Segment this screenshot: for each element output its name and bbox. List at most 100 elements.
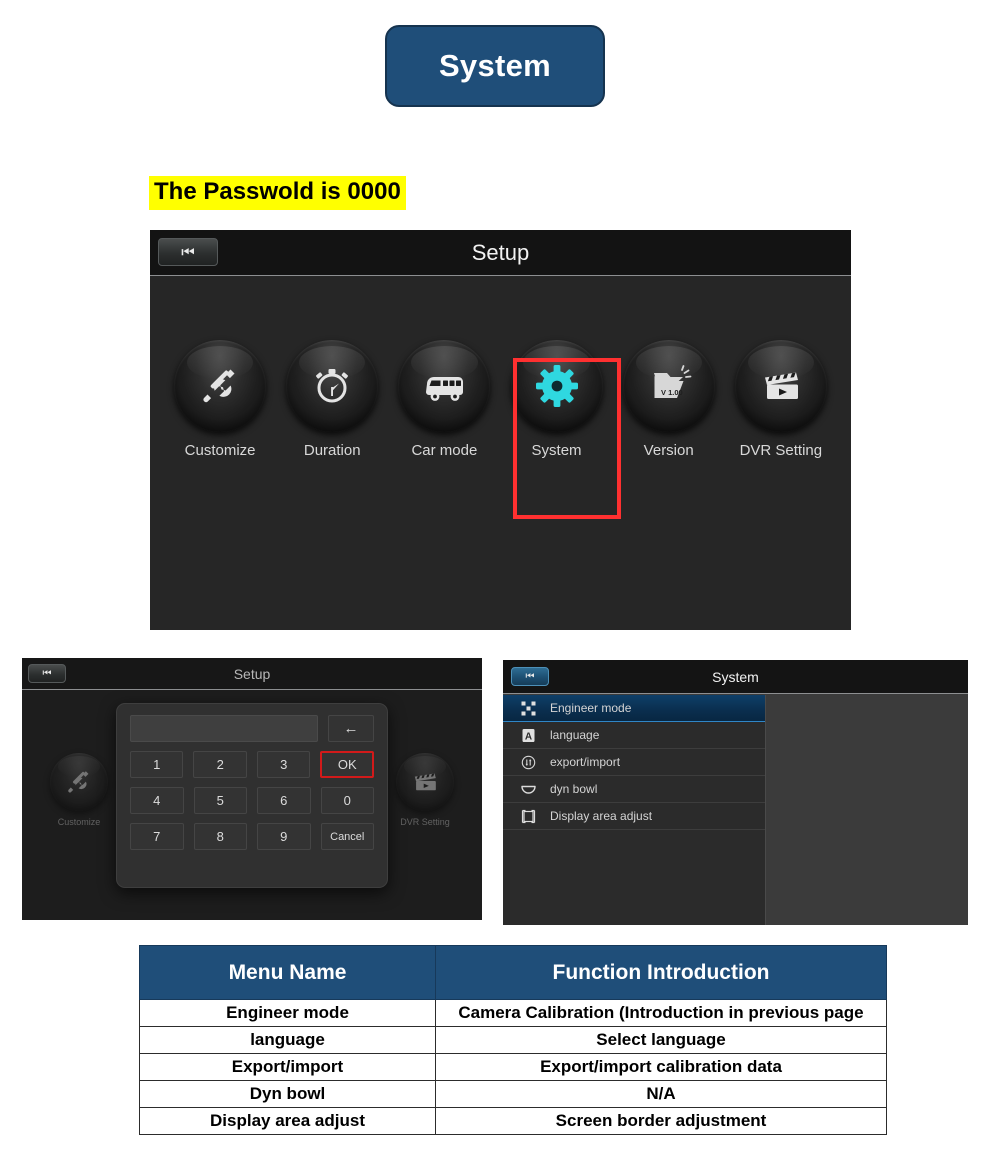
sidebar-item-label: language [550,728,600,742]
column-header-function-introduction: Function Introduction [435,945,887,1000]
cell-menu-name: Engineer mode [139,999,436,1027]
key-9[interactable]: 9 [257,823,311,850]
sidebar-item-label: dyn bowl [550,782,598,796]
frame-brackets-icon [512,809,544,824]
sidebar-item-export-import[interactable]: export/import [503,749,765,776]
keypad-row-2: 4 5 6 0 [130,787,374,814]
gear-icon [535,365,578,407]
wrench-screwdriver-icon [203,369,235,403]
sidebar-item-dyn-bowl[interactable]: dyn bowl [503,776,765,803]
back-button[interactable]: ⏮ [511,667,549,686]
svg-text:A: A [524,731,531,742]
table-header-row: Menu Name Function Introduction [139,945,887,1000]
password-keypad-screen: ⏮ Setup Customize DVR Setting ← 1 2 3 OK… [22,658,482,920]
orb-background [174,340,267,432]
orb-background [286,340,379,432]
setup-item-label: Customize [57,817,101,827]
setup-item-duration[interactable]: Duration [279,340,386,459]
calibration-dots-icon [512,701,544,716]
stopwatch-icon [316,369,349,403]
system-menu-screen: ⏮ System Engineer mode A language export… [503,660,968,925]
clapperboard-icon [414,773,436,791]
orb-background [396,753,454,811]
clapperboard-icon [764,372,798,399]
key-5[interactable]: 5 [193,787,247,814]
cell-function: Export/import calibration data [435,1053,887,1081]
sidebar-item-display-area-adjust[interactable]: Display area adjust [503,803,765,830]
key-2[interactable]: 2 [193,751,247,778]
cell-menu-name: Dyn bowl [139,1080,436,1108]
page-title: System [438,48,552,83]
setup-item-label: System [531,442,582,459]
system-content-pane [765,695,968,925]
column-header-menu-name: Menu Name [139,945,436,1000]
setup-item-car-mode[interactable]: Car mode [391,340,498,459]
keypad-row-1: 1 2 3 OK [130,751,375,778]
table-row: Dyn bowl N/A [139,1080,887,1108]
cancel-button[interactable]: Cancel [320,823,374,850]
table-row: Engineer mode Camera Calibration (Introd… [139,999,887,1027]
sidebar-item-label: Display area adjust [550,809,653,823]
skip-back-icon: ⏮ [525,670,535,682]
cell-menu-name: Display area adjust [139,1107,436,1135]
cell-function: N/A [435,1080,887,1108]
key-4[interactable]: 4 [130,787,184,814]
orb-background [50,753,108,811]
setup-screen: ⏮ Setup Customize Duration Car mode Syst… [150,230,851,630]
orb-background [734,340,827,432]
key-3[interactable]: 3 [256,751,311,778]
key-6[interactable]: 6 [257,787,311,814]
sidebar-item-label: export/import [550,755,621,769]
setup-title: Setup [471,240,530,265]
cell-menu-name: language [139,1026,436,1054]
ok-button[interactable]: OK [320,751,375,778]
page-title-pill: System [385,25,605,107]
folder-version-icon: V 1.00 [653,365,692,398]
setup-icon-grid: Customize Duration Car mode System V 1.0… [150,340,851,459]
cell-menu-name: Export/import [139,1053,436,1081]
system-titlebar: ⏮ System [503,660,968,694]
key-7[interactable]: 7 [130,823,184,850]
setup-item-label: Customize [184,442,256,459]
setup-item-label: DVR Setting [400,817,450,827]
sidebar-item-label: Engineer mode [550,701,632,715]
skip-back-icon: ⏮ [42,667,52,679]
svg-text:V 1.00: V 1.00 [661,388,683,397]
setup-item-system[interactable]: System [503,340,610,459]
orb-background [510,340,603,432]
setup-item-dvr-setting[interactable]: DVR Setting [727,340,834,459]
setup-item-label: Version [643,442,694,459]
key-0[interactable]: 0 [320,787,374,814]
setup-item-customize[interactable]: Customize [167,340,274,459]
setup-titlebar: ⏮ Setup [150,230,851,276]
setup-item-version[interactable]: V 1.00 Version [615,340,722,459]
sidebar-item-engineer-mode[interactable]: Engineer mode [503,695,765,722]
setup-item-dvr-setting-dimmed: DVR Setting [390,753,460,827]
wrench-screwdriver-icon [68,771,89,793]
skip-back-icon: ⏮ [181,243,195,261]
menu-description-table: Menu Name Function Introduction Engineer… [139,945,887,1135]
setup-item-label: Car mode [411,442,478,459]
back-button[interactable]: ⏮ [158,238,218,266]
bus-icon [426,377,464,401]
system-body: Engineer mode A language export/import d… [503,695,968,925]
password-keypad-dialog: ← 1 2 3 OK 4 5 6 0 7 8 9 Cancel [116,703,388,888]
key-8[interactable]: 8 [193,823,247,850]
back-button[interactable]: ⏮ [28,664,66,683]
letter-a-box-icon: A [512,728,544,743]
sidebar-item-language[interactable]: A language [503,722,765,749]
table-row: Export/import Export/import calibration … [139,1053,887,1081]
key-1[interactable]: 1 [130,751,184,778]
cell-function: Screen border adjustment [435,1107,887,1135]
keypad-screen-title: Setup [233,666,271,682]
keypad-top-row: ← [130,715,374,742]
table-row: Display area adjust Screen border adjust… [139,1107,887,1135]
keypad-row-3: 7 8 9 Cancel [130,823,374,850]
cell-function: Select language [435,1026,887,1054]
system-menu-list: Engineer mode A language export/import d… [503,695,765,925]
left-arrow-icon: ← [343,720,359,737]
password-note: The Passwold is 0000 [149,176,406,210]
password-input[interactable] [130,715,318,742]
setup-item-label: Duration [303,442,361,459]
backspace-button[interactable]: ← [328,715,374,742]
